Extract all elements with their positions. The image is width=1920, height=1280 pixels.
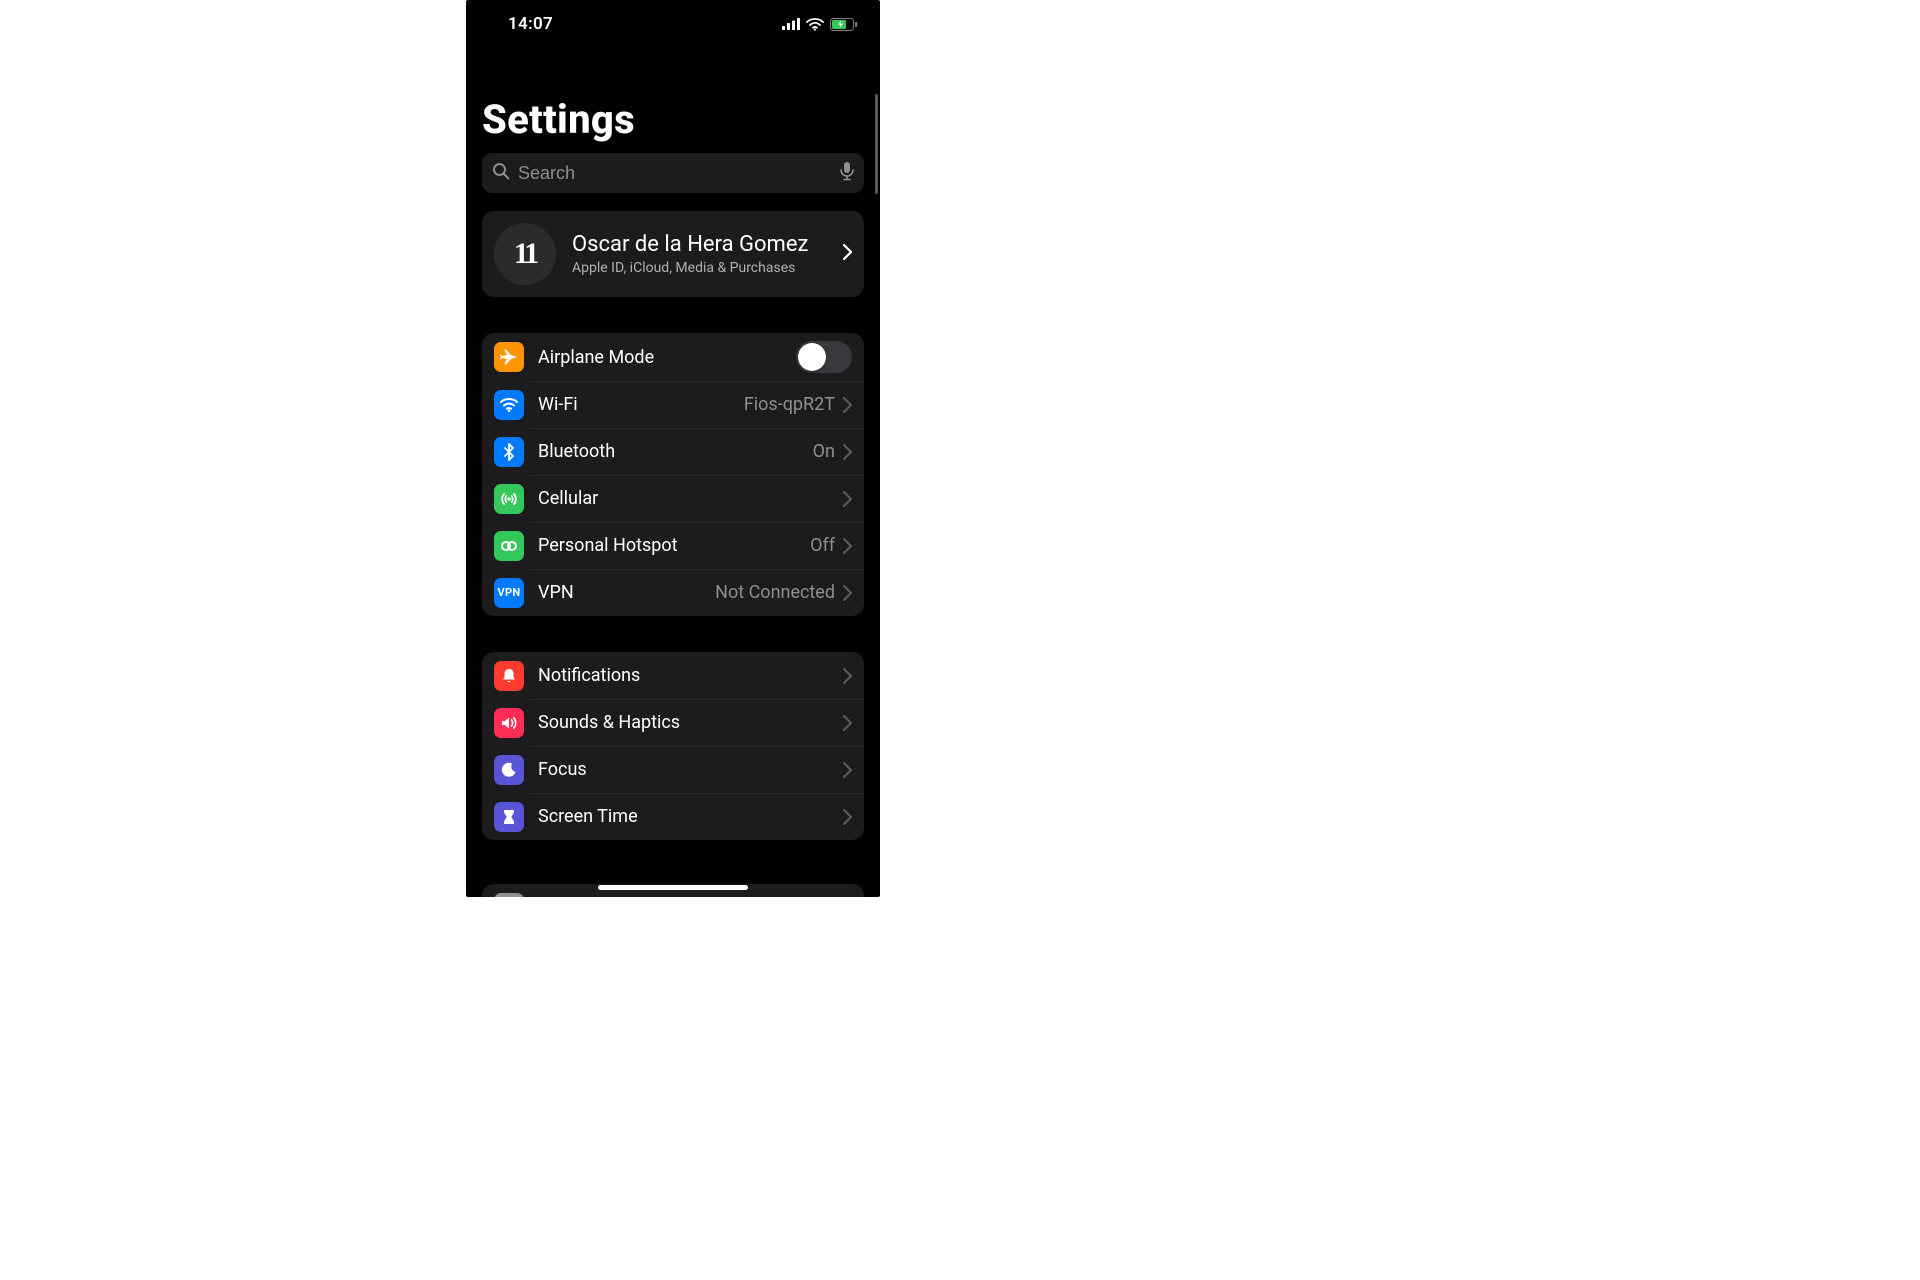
airplane-icon [494, 342, 524, 372]
hotspot-value: Off [810, 535, 835, 556]
chevron-right-icon [843, 762, 852, 778]
chevron-right-icon [843, 444, 852, 460]
search-input[interactable] [518, 163, 832, 184]
chevron-right-icon [843, 809, 852, 825]
chevron-right-icon [843, 668, 852, 684]
status-time: 14:07 [508, 14, 553, 34]
chevron-right-icon [843, 397, 852, 413]
notifications-row[interactable]: Notifications [482, 652, 864, 699]
notifications-label: Notifications [538, 665, 843, 686]
focus-label: Focus [538, 759, 843, 780]
chevron-right-icon [843, 538, 852, 554]
scroll-indicator [875, 94, 878, 194]
sounds-label: Sounds & Haptics [538, 712, 843, 733]
wifi-settings-icon [494, 390, 524, 420]
sounds-row[interactable]: Sounds & Haptics [482, 699, 864, 746]
page-title: Settings [466, 48, 880, 153]
apple-id-subtitle: Apple ID, iCloud, Media & Purchases [572, 260, 843, 276]
hotspot-row[interactable]: Personal Hotspot Off [482, 522, 864, 569]
screentime-label: Screen Time [538, 806, 843, 827]
phone-frame: 14:07 Settings 11 [466, 0, 880, 897]
search-field[interactable] [482, 153, 864, 193]
focus-icon [494, 755, 524, 785]
vpn-icon-label: VPN [498, 586, 521, 599]
hotspot-label: Personal Hotspot [538, 535, 810, 556]
bluetooth-icon [494, 437, 524, 467]
airplane-mode-label: Airplane Mode [538, 347, 796, 368]
bluetooth-row[interactable]: Bluetooth On [482, 428, 864, 475]
cellular-label: Cellular [538, 488, 843, 509]
wifi-icon [806, 18, 824, 31]
apple-id-name: Oscar de la Hera Gomez [572, 232, 843, 257]
wifi-label: Wi-Fi [538, 394, 744, 415]
vpn-row[interactable]: VPN VPN Not Connected [482, 569, 864, 616]
sounds-icon [494, 708, 524, 738]
wifi-row[interactable]: Wi-Fi Fios-qpR2T [482, 381, 864, 428]
avatar: 11 [494, 223, 556, 285]
airplane-mode-toggle[interactable] [796, 341, 852, 373]
bluetooth-value: On [813, 441, 835, 462]
wifi-value: Fios-qpR2T [744, 394, 835, 415]
battery-icon [830, 18, 858, 31]
connectivity-group: Airplane Mode Wi-Fi Fios-qpR2T Bluetooth… [482, 333, 864, 616]
chevron-right-icon [843, 244, 852, 264]
vpn-label: VPN [538, 582, 715, 603]
status-bar: 14:07 [466, 0, 880, 48]
preferences-group: Notifications Sounds & Haptics Focus Scr… [482, 652, 864, 840]
screen-time-icon [494, 802, 524, 832]
home-indicator[interactable] [598, 885, 748, 890]
bluetooth-label: Bluetooth [538, 441, 813, 462]
cellular-row[interactable]: Cellular [482, 475, 864, 522]
airplane-mode-row[interactable]: Airplane Mode [482, 333, 864, 381]
cellular-signal-icon [782, 18, 800, 30]
vpn-value: Not Connected [715, 582, 835, 603]
notifications-icon [494, 661, 524, 691]
cellular-icon [494, 484, 524, 514]
mic-icon[interactable] [840, 161, 854, 185]
chevron-right-icon [843, 585, 852, 601]
chevron-right-icon [843, 491, 852, 507]
search-icon [492, 162, 510, 184]
general-icon [494, 893, 524, 898]
apple-id-group: 11 Oscar de la Hera Gomez Apple ID, iClo… [482, 211, 864, 297]
vpn-icon: VPN [494, 578, 524, 608]
hotspot-icon [494, 531, 524, 561]
focus-row[interactable]: Focus [482, 746, 864, 793]
chevron-right-icon [843, 715, 852, 731]
status-icons [782, 18, 858, 31]
screentime-row[interactable]: Screen Time [482, 793, 864, 840]
apple-id-row[interactable]: 11 Oscar de la Hera Gomez Apple ID, iClo… [482, 211, 864, 297]
